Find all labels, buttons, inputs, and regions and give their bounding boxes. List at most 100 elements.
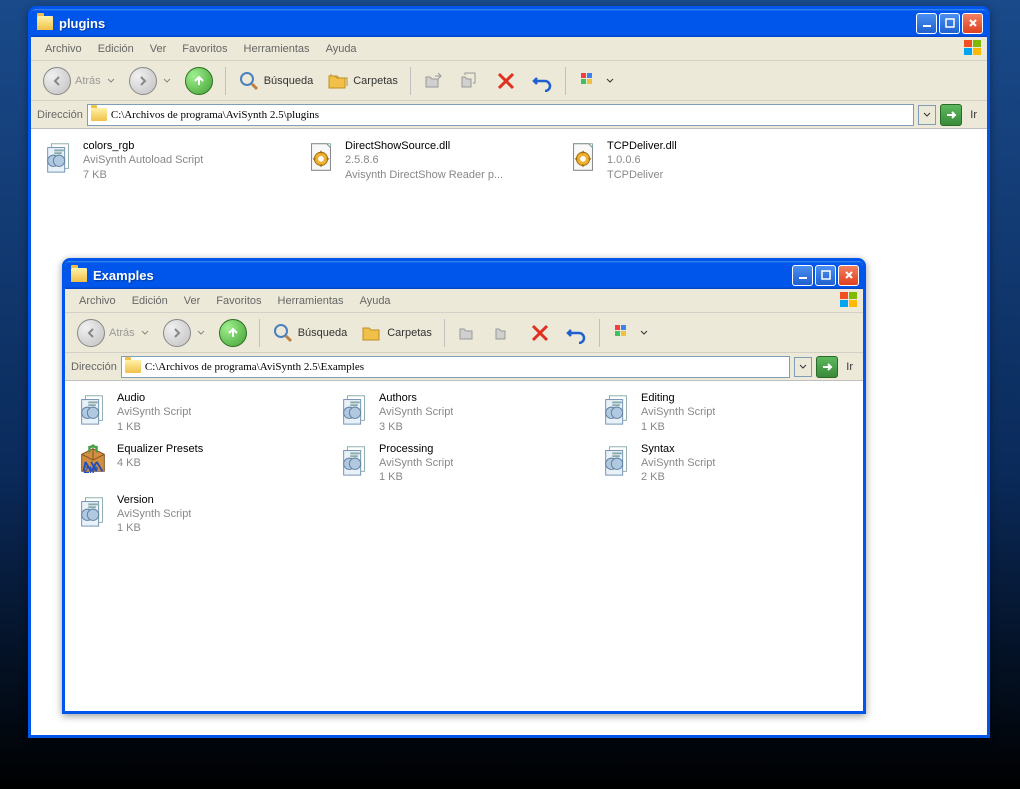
file-name: Editing — [641, 391, 715, 405]
go-button[interactable] — [816, 356, 838, 378]
move-to-button — [451, 319, 485, 347]
file-meta: EditingAviSynth Script1 KB — [641, 391, 715, 434]
chevron-down-icon — [197, 329, 205, 337]
forward-arrow-icon — [163, 319, 191, 347]
file-item[interactable]: AuthorsAviSynth Script3 KB — [335, 389, 585, 436]
forward-button — [123, 64, 177, 98]
go-arrow-icon — [820, 360, 834, 374]
file-item[interactable]: VersionAviSynth Script1 KB — [73, 491, 323, 538]
titlebar[interactable]: Examples — [65, 261, 863, 289]
copy-to-icon — [493, 322, 515, 344]
views-button[interactable] — [572, 67, 620, 95]
close-button[interactable] — [838, 265, 859, 286]
forward-arrow-icon — [129, 67, 157, 95]
svg-text:ZIP: ZIP — [84, 465, 99, 476]
menu-ayuda[interactable]: Ayuda — [352, 292, 399, 310]
menu-archivo[interactable]: Archivo — [37, 40, 90, 58]
file-meta: colors_rgbAviSynth Autoload Script7 KB — [83, 139, 203, 182]
file-name: colors_rgb — [83, 139, 203, 153]
file-desc: 1.0.0.6 — [607, 153, 677, 167]
delete-x-icon — [529, 322, 551, 344]
menu-ver[interactable]: Ver — [142, 40, 175, 58]
views-button[interactable] — [606, 319, 654, 347]
file-size: 3 KB — [379, 420, 453, 434]
address-input[interactable] — [111, 109, 910, 121]
chevron-down-icon — [640, 329, 648, 337]
menu-edicion[interactable]: Edición — [124, 292, 176, 310]
folder-icon — [37, 16, 53, 30]
folders-button[interactable]: Carpetas — [321, 67, 404, 95]
up-arrow-icon — [219, 319, 247, 347]
menu-edicion[interactable]: Edición — [90, 40, 142, 58]
menu-archivo[interactable]: Archivo — [71, 292, 124, 310]
chevron-down-icon — [799, 363, 807, 371]
file-size: 1 KB — [379, 470, 453, 484]
search-button[interactable]: Búsqueda — [266, 319, 354, 347]
minimize-button[interactable] — [792, 265, 813, 286]
file-desc: 2.5.8.6 — [345, 153, 503, 167]
file-size: 1 KB — [641, 420, 715, 434]
delete-button[interactable] — [523, 319, 557, 347]
file-item[interactable]: DirectShowSource.dll2.5.8.6Avisynth Dire… — [301, 137, 551, 184]
script-file-icon — [75, 493, 111, 529]
menu-favoritos[interactable]: Favoritos — [174, 40, 235, 58]
explorer-window-examples: Examples Archivo Edición Ver Favoritos H… — [62, 258, 866, 714]
up-button[interactable] — [213, 316, 253, 350]
file-size: 1 KB — [117, 420, 191, 434]
address-dropdown[interactable] — [794, 357, 812, 377]
maximize-button[interactable] — [939, 13, 960, 34]
file-item[interactable]: AudioAviSynth Script1 KB — [73, 389, 323, 436]
folders-button[interactable]: Carpetas — [355, 319, 438, 347]
toolbar: Atrás Búsqueda Carpetas — [65, 313, 863, 353]
search-icon — [272, 322, 294, 344]
minimize-button[interactable] — [916, 13, 937, 34]
separator — [259, 319, 260, 347]
separator — [599, 319, 600, 347]
file-item[interactable]: TCPDeliver.dll1.0.0.6TCPDeliver — [563, 137, 813, 184]
file-meta: ProcessingAviSynth Script1 KB — [379, 442, 453, 485]
undo-button[interactable] — [525, 67, 559, 95]
file-item[interactable]: SyntaxAviSynth Script2 KB — [597, 440, 847, 487]
windows-logo-icon — [963, 39, 983, 57]
file-name: Processing — [379, 442, 453, 456]
file-item[interactable]: EditingAviSynth Script1 KB — [597, 389, 847, 436]
menu-herramientas[interactable]: Herramientas — [236, 40, 318, 58]
search-button[interactable]: Búsqueda — [232, 67, 320, 95]
undo-icon — [531, 70, 553, 92]
address-label: Dirección — [37, 109, 83, 121]
menu-ver[interactable]: Ver — [176, 292, 209, 310]
maximize-button[interactable] — [815, 265, 836, 286]
file-meta: AudioAviSynth Script1 KB — [117, 391, 191, 434]
file-meta: SyntaxAviSynth Script2 KB — [641, 442, 715, 485]
file-list: AudioAviSynth Script1 KB AuthorsAviSynth … — [65, 381, 863, 711]
file-name: TCPDeliver.dll — [607, 139, 677, 153]
move-to-icon — [457, 322, 479, 344]
back-arrow-icon — [77, 319, 105, 347]
windows-logo-icon — [839, 291, 859, 309]
go-button[interactable] — [940, 104, 962, 126]
close-button[interactable] — [962, 13, 983, 34]
file-item[interactable]: colors_rgbAviSynth Autoload Script7 KB — [39, 137, 289, 184]
menu-favoritos[interactable]: Favoritos — [208, 292, 269, 310]
file-item[interactable]: ProcessingAviSynth Script1 KB — [335, 440, 585, 487]
script-file-icon — [599, 391, 635, 427]
up-button[interactable] — [179, 64, 219, 98]
file-item[interactable]: ZIPEqualizer Presets4 KB — [73, 440, 323, 487]
file-size: 2 KB — [641, 470, 715, 484]
titlebar[interactable]: plugins — [31, 9, 987, 37]
dll-file-icon — [565, 139, 601, 175]
menubar: Archivo Edición Ver Favoritos Herramient… — [31, 37, 987, 61]
address-dropdown[interactable] — [918, 105, 936, 125]
delete-button[interactable] — [489, 67, 523, 95]
undo-button[interactable] — [559, 319, 593, 347]
address-input-wrap[interactable] — [121, 356, 790, 378]
script-file-icon — [41, 139, 77, 175]
search-icon — [238, 70, 260, 92]
menu-herramientas[interactable]: Herramientas — [270, 292, 352, 310]
move-to-icon — [423, 70, 445, 92]
menu-ayuda[interactable]: Ayuda — [318, 40, 365, 58]
copy-to-button — [453, 67, 487, 95]
address-input-wrap[interactable] — [87, 104, 914, 126]
file-meta: TCPDeliver.dll1.0.0.6TCPDeliver — [607, 139, 677, 182]
address-input[interactable] — [145, 361, 786, 373]
